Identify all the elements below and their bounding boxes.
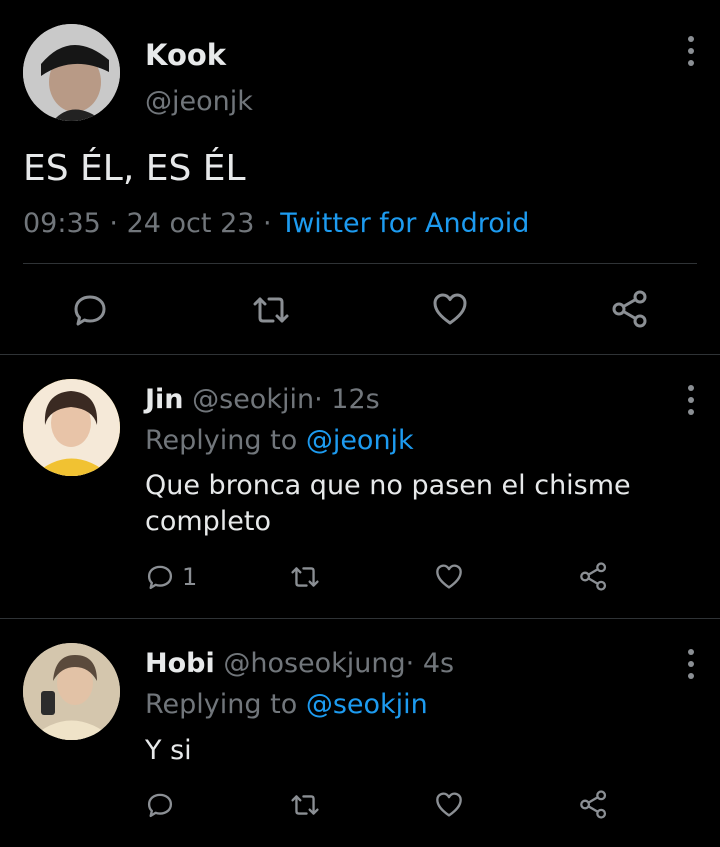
reply-handle[interactable]: @seokjin <box>192 384 314 415</box>
reply-icon <box>146 563 174 591</box>
main-tweet-text: ES ÉL, ES ÉL <box>23 148 246 189</box>
reply-icon[interactable] <box>72 292 108 328</box>
meta-separator: · <box>405 648 415 679</box>
reply-action[interactable] <box>146 791 182 819</box>
tweet-time: 09:35 <box>23 208 101 239</box>
reply-action[interactable]: 1 <box>146 563 197 591</box>
replying-to-line: Replying to @jeonjk <box>145 425 414 456</box>
reply-count: 1 <box>182 563 198 591</box>
main-tweet-handle[interactable]: @jeonjk <box>145 86 253 117</box>
avatar-photo <box>23 379 120 476</box>
like-icon[interactable] <box>435 563 463 590</box>
reply-icon <box>146 791 174 819</box>
retweet-icon[interactable] <box>251 292 291 328</box>
reply-age: 4s <box>422 648 455 679</box>
avatar-photo <box>23 643 120 740</box>
reply-age: 12s <box>331 384 380 415</box>
reply-header: Hobi @hoseokjung· 4s <box>145 648 454 679</box>
reply-more-icon[interactable] <box>679 644 703 684</box>
tweet-date: 24 oct 23 <box>126 208 255 239</box>
reply-avatar[interactable] <box>23 643 120 740</box>
replying-to-line: Replying to @seokjin <box>145 689 428 720</box>
reply-more-icon[interactable] <box>679 380 703 420</box>
retweet-icon[interactable] <box>289 791 321 819</box>
reply-text-line: Y si <box>145 735 192 766</box>
reply-text-line: Que bronca que no pasen el chisme <box>145 470 631 501</box>
main-tweet-more-icon[interactable] <box>679 31 703 71</box>
reply-header: Jin @seokjin· 12s <box>145 384 380 415</box>
like-icon[interactable] <box>432 292 468 326</box>
main-tweet-meta: 09:35 · 24 oct 23 · Twitter for Android <box>23 208 529 239</box>
like-icon[interactable] <box>435 791 463 818</box>
main-tweet-display-name[interactable]: Kook <box>145 38 226 72</box>
reply-display-name[interactable]: Hobi <box>145 648 215 679</box>
share-icon[interactable] <box>579 562 608 591</box>
meta-separator: · <box>263 208 272 239</box>
reply-text-line: completo <box>145 506 272 537</box>
reply-divider <box>0 618 720 619</box>
share-icon[interactable] <box>579 790 608 819</box>
replying-to-handle[interactable]: @jeonjk <box>306 425 414 456</box>
retweet-icon[interactable] <box>289 563 321 591</box>
replying-prefix: Replying to <box>145 689 298 720</box>
meta-separator: · <box>314 384 323 415</box>
replying-prefix: Replying to <box>145 425 298 456</box>
replying-to-handle[interactable]: @seokjin <box>306 689 428 720</box>
reply-display-name[interactable]: Jin <box>145 384 184 415</box>
reply-handle[interactable]: @hoseokjung <box>223 648 405 679</box>
meta-separator: · <box>109 208 118 239</box>
tweet-source-link[interactable]: Twitter for Android <box>280 208 529 239</box>
main-tweet-divider <box>23 263 697 264</box>
reply-avatar[interactable] <box>23 379 120 476</box>
share-icon[interactable] <box>611 290 649 328</box>
avatar-photo <box>23 24 120 121</box>
main-tweet-avatar[interactable] <box>23 24 120 121</box>
thread-divider <box>0 354 720 355</box>
